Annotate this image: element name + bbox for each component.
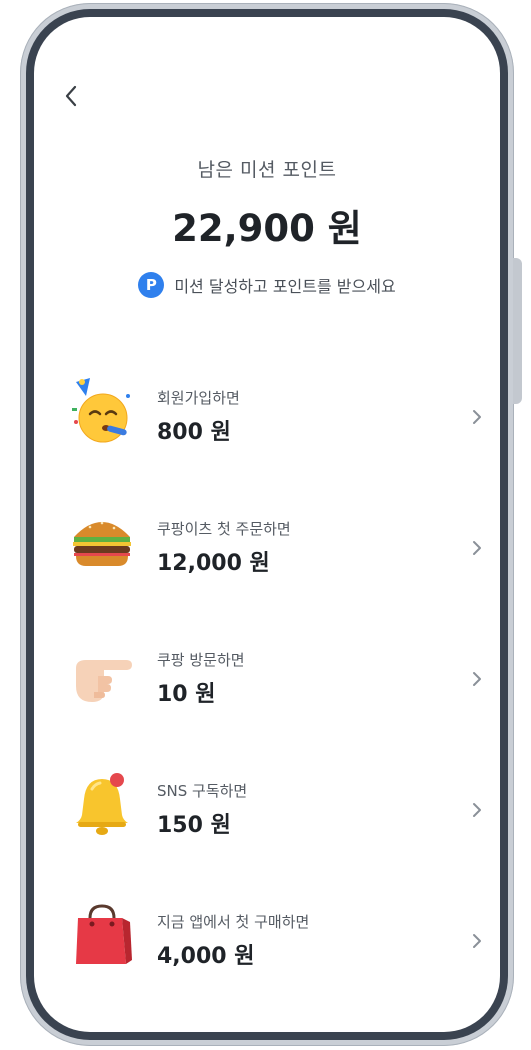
mission-item-eats-order[interactable]: 쿠팡이츠 첫 주문하면 12,000 원 [34, 493, 500, 624]
mission-reward: 4,000 원 [157, 944, 255, 969]
chevron-right-icon [473, 672, 481, 686]
points-summary: 남은 미션 포인트 22,900 원 P 미션 달성하고 포인트를 받으세요 [34, 155, 500, 298]
bell-icon [76, 773, 128, 835]
party-face-icon [72, 378, 130, 443]
mission-reward: 12,000 원 [157, 551, 270, 576]
chevron-left-icon [65, 85, 77, 107]
shopping-bag-icon [76, 904, 132, 964]
hamburger-icon [73, 521, 131, 566]
phone-screen: 남은 미션 포인트 22,900 원 P 미션 달성하고 포인트를 받으세요 회… [34, 17, 500, 1032]
chevron-right-icon [473, 410, 481, 424]
mission-hint: P 미션 달성하고 포인트를 받으세요 [138, 272, 396, 298]
pointing-hand-icon [76, 660, 132, 702]
points-subtitle: 남은 미션 포인트 [197, 159, 337, 181]
mission-reward: 800 원 [157, 420, 231, 445]
mission-reward: 150 원 [157, 813, 231, 838]
mission-reward: 10 원 [157, 682, 216, 707]
mission-item-coupang-visit[interactable]: 쿠팡 방문하면 10 원 [34, 624, 500, 755]
mission-hint-text: 미션 달성하고 포인트를 받으세요 [174, 277, 396, 296]
mission-label: 회원가입하면 [157, 389, 240, 407]
back-button[interactable] [56, 81, 86, 111]
point-badge-icon: P [138, 272, 165, 298]
chevron-right-icon [473, 934, 481, 948]
mission-label: 쿠팡이츠 첫 주문하면 [157, 520, 291, 538]
points-total: 22,900 원 [172, 207, 362, 250]
mission-item-signup[interactable]: 회원가입하면 800 원 [34, 362, 500, 493]
mission-label: SNS 구독하면 [157, 782, 248, 800]
mission-label: 쿠팡 방문하면 [157, 651, 245, 669]
mission-item-first-purchase[interactable]: 지금 앱에서 첫 구매하면 4,000 원 [34, 886, 500, 1017]
page: 남은 미션 포인트 22,900 원 P 미션 달성하고 포인트를 받으세요 회… [0, 0, 531, 1050]
mission-label: 지금 앱에서 첫 구매하면 [157, 913, 310, 931]
mission-list: 회원가입하면 800 원 쿠팡이츠 첫 주문하면 12,000 원 쿠팡 방문하… [34, 362, 500, 1017]
chevron-right-icon [473, 541, 481, 555]
phone-side-button [513, 258, 522, 404]
mission-item-sns-subscribe[interactable]: SNS 구독하면 150 원 [34, 755, 500, 886]
chevron-right-icon [473, 803, 481, 817]
